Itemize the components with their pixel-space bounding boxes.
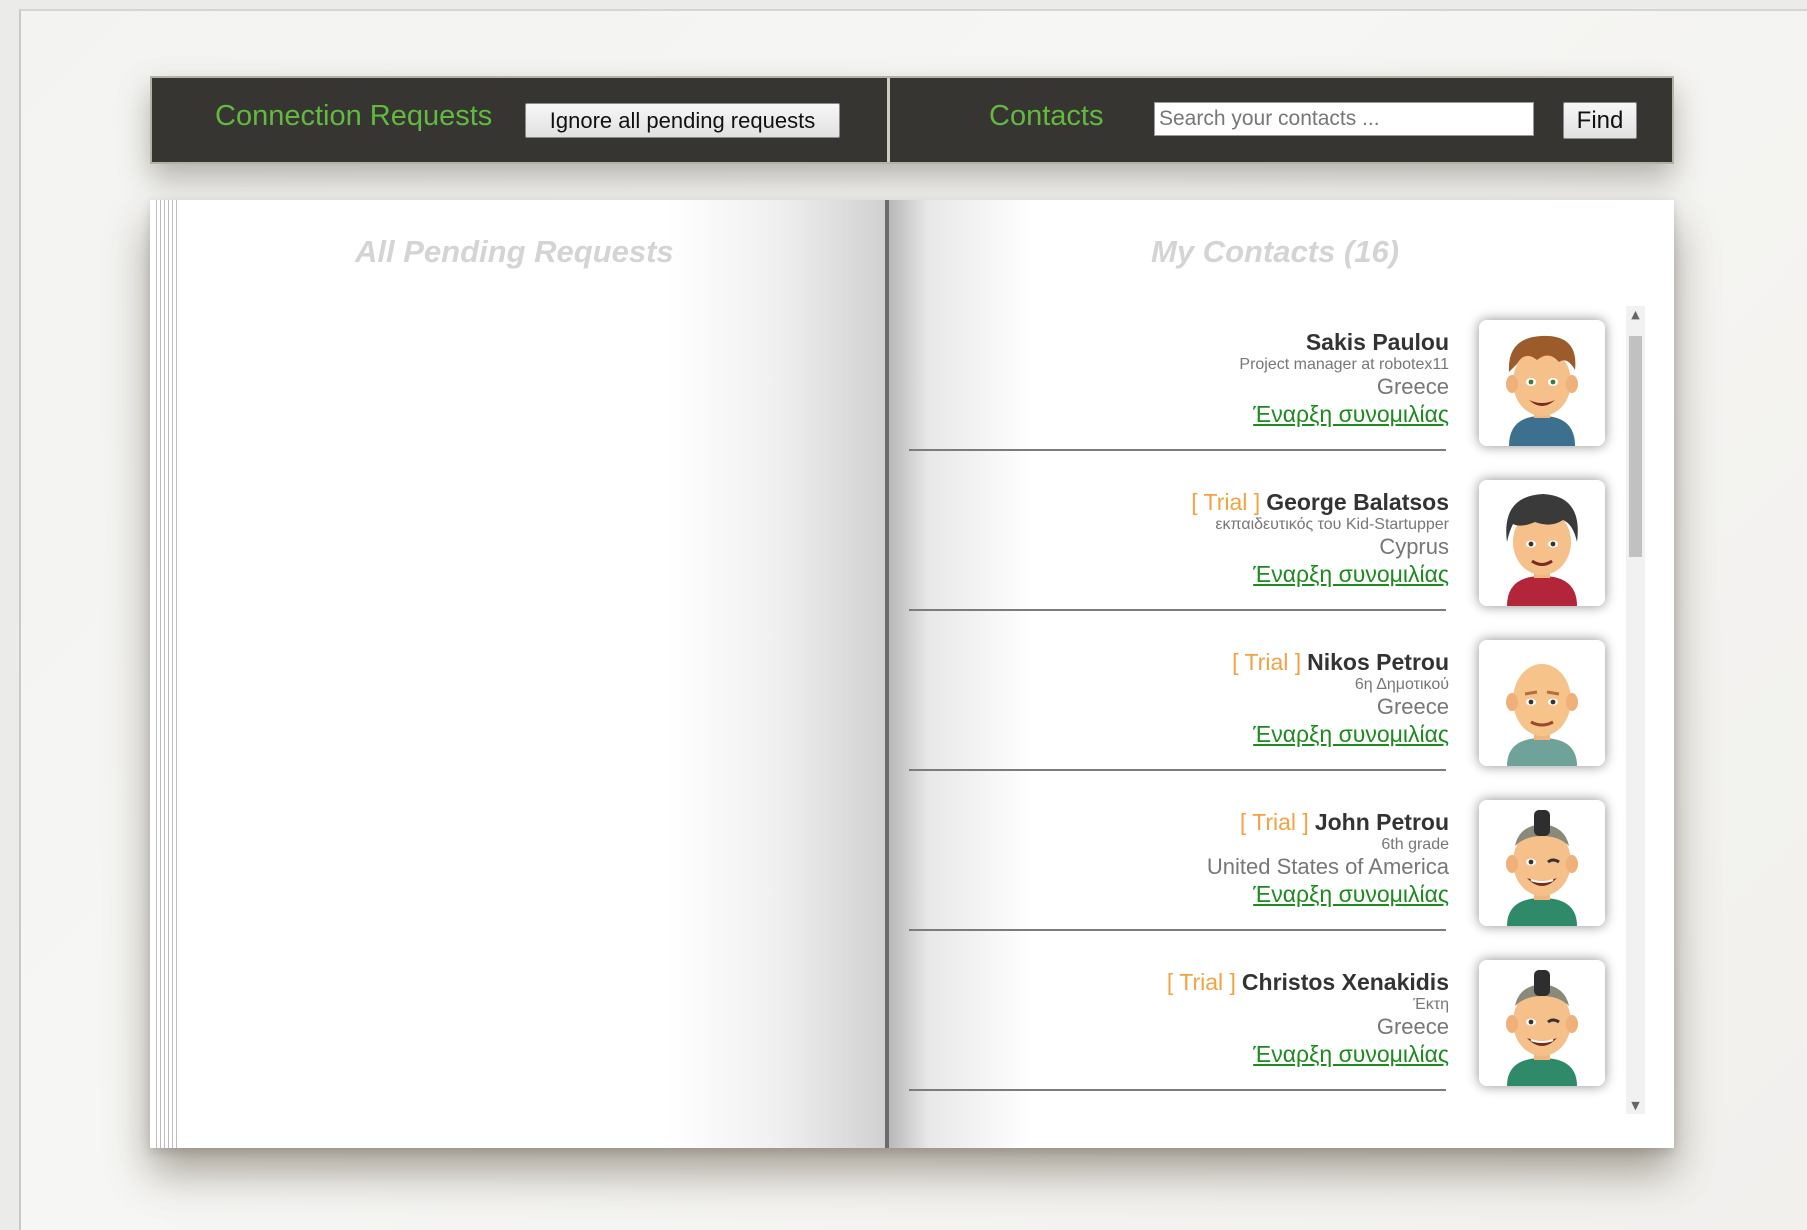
- contact-name-line: [ Trial ] Christos Xenakidis: [889, 968, 1449, 996]
- contact-info: [ Trial ] Christos Xenakidis Έκτη Greece …: [889, 968, 1449, 1068]
- contact-item: [ Trial ] John Petrou 6th grade United St…: [889, 784, 1639, 944]
- contact-divider: [909, 1089, 1446, 1091]
- start-chat-link[interactable]: Έναρξη συνομιλίας: [889, 720, 1449, 748]
- start-chat-link[interactable]: Έναρξη συνομιλίας: [889, 880, 1449, 908]
- pending-requests-heading: All Pending Requests: [355, 234, 674, 269]
- contact-avatar[interactable]: [1479, 960, 1605, 1086]
- trial-badge: [ Trial ]: [1232, 649, 1302, 675]
- contact-item: [ Trial ] George Balatsos εκπαιδευτικός τ…: [889, 464, 1639, 624]
- start-chat-link[interactable]: Έναρξη συνομιλίας: [889, 1040, 1449, 1068]
- book: All Pending Requests My Contacts (16) Sa…: [150, 200, 1674, 1148]
- ignore-all-requests-button[interactable]: Ignore all pending requests: [525, 103, 840, 138]
- scrollbar-thumb[interactable]: [1629, 336, 1642, 557]
- contact-avatar[interactable]: [1479, 640, 1605, 766]
- contact-name[interactable]: John Petrou: [1315, 809, 1449, 835]
- search-contacts-input[interactable]: [1154, 102, 1534, 136]
- start-chat-link[interactable]: Έναρξη συνομιλίας: [889, 560, 1449, 588]
- contact-name[interactable]: Sakis Paulou: [1306, 329, 1449, 355]
- contact-job: εκπαιδευτικός του Kid-Startupper: [1215, 516, 1449, 533]
- contact-job: Project manager at robotex11: [1239, 356, 1449, 373]
- contact-info: Sakis Paulou Project manager at robotex1…: [889, 328, 1449, 428]
- find-button[interactable]: Find: [1563, 102, 1637, 139]
- contact-info: [ Trial ] Nikos Petrou 6η Δημοτικού Greec…: [889, 648, 1449, 748]
- contact-item: [ Trial ] Christos Xenakidis Έκτη Greece …: [889, 944, 1639, 1104]
- contacts-page: My Contacts (16) Sakis Paulou Project ma…: [889, 200, 1674, 1148]
- contact-country: United States of America: [1206, 854, 1449, 879]
- scroll-down-arrow-icon[interactable]: ▼: [1626, 1097, 1645, 1114]
- contact-job: 6th grade: [1381, 836, 1449, 853]
- trial-badge: [ Trial ]: [1191, 489, 1261, 515]
- contact-item: [ Trial ] Nikos Petrou 6η Δημοτικού Greec…: [889, 624, 1639, 784]
- connection-requests-title: Connection Requests: [215, 100, 493, 132]
- contact-avatar[interactable]: [1479, 320, 1605, 446]
- contact-country: Greece: [1376, 1014, 1449, 1039]
- scroll-up-arrow-icon[interactable]: ▲: [1626, 306, 1645, 323]
- contact-name[interactable]: Nikos Petrou: [1307, 649, 1449, 675]
- contact-name-line: [ Trial ] John Petrou: [889, 808, 1449, 836]
- contact-info: [ Trial ] George Balatsos εκπαιδευτικός τ…: [889, 488, 1449, 588]
- contact-name[interactable]: George Balatsos: [1266, 489, 1449, 515]
- contacts-title: Contacts: [989, 100, 1104, 132]
- contact-divider: [909, 449, 1446, 451]
- contact-divider: [909, 929, 1446, 931]
- trial-badge: [ Trial ]: [1239, 809, 1309, 835]
- contact-name-line: [ Trial ] George Balatsos: [889, 488, 1449, 516]
- contact-country: Cyprus: [1379, 534, 1449, 559]
- contact-info: [ Trial ] John Petrou 6th grade United St…: [889, 808, 1449, 908]
- contacts-scrollbar[interactable]: ▲ ▼: [1626, 306, 1645, 1114]
- contact-job: Έκτη: [1413, 996, 1449, 1013]
- contact-country: Greece: [1376, 374, 1449, 399]
- contact-name[interactable]: Christos Xenakidis: [1242, 969, 1449, 995]
- start-chat-link[interactable]: Έναρξη συνομιλίας: [889, 400, 1449, 428]
- pending-requests-page: All Pending Requests: [150, 200, 887, 1148]
- contact-avatar[interactable]: [1479, 800, 1605, 926]
- contact-name-line: Sakis Paulou: [889, 328, 1449, 356]
- contact-divider: [909, 769, 1446, 771]
- contacts-list[interactable]: Sakis Paulou Project manager at robotex1…: [889, 304, 1674, 1112]
- my-contacts-heading: My Contacts (16): [1151, 234, 1400, 269]
- contact-item: Sakis Paulou Project manager at robotex1…: [889, 304, 1639, 464]
- contact-divider: [909, 609, 1446, 611]
- contact-country: Greece: [1376, 694, 1449, 719]
- contact-avatar[interactable]: [1479, 480, 1605, 606]
- toolbar: Connection Requests Ignore all pending r…: [150, 76, 1674, 164]
- page-edges: [156, 200, 180, 1148]
- trial-badge: [ Trial ]: [1166, 969, 1236, 995]
- toolbar-divider: [887, 78, 890, 162]
- contact-job: 6η Δημοτικού: [1354, 676, 1449, 693]
- contact-name-line: [ Trial ] Nikos Petrou: [889, 648, 1449, 676]
